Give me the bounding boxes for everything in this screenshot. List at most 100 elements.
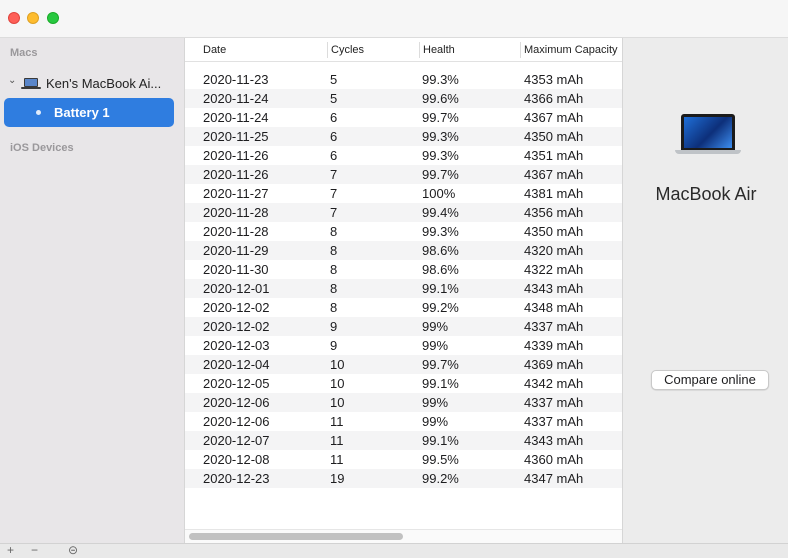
column-header-cycles[interactable]: Cycles [331,44,364,56]
table-row[interactable]: 2020-12-02 8 99.2% 4348 mAh [185,298,622,317]
cell-date: 2020-11-27 [203,186,269,201]
cell-max-capacity: 4337 mAh [524,395,584,410]
table-row[interactable]: 2020-12-07 11 99.1% 4343 mAh [185,431,622,450]
cell-health: 99.7% [422,110,459,125]
cell-health: 99% [422,319,449,334]
table-row[interactable]: 2020-12-08 11 99.5% 4360 mAh [185,450,622,469]
column-header-date[interactable]: Date [203,44,226,56]
cell-date: 2020-11-24 [203,110,269,125]
battery-history-table: Date Cycles Health Maximum Capacity 2020… [185,38,622,543]
cell-date: 2020-11-28 [203,205,269,220]
table-row[interactable]: 2020-11-26 7 99.7% 4367 mAh [185,165,622,184]
cell-max-capacity: 4322 mAh [524,262,584,277]
cell-health: 99.1% [422,281,459,296]
cell-date: 2020-11-26 [203,148,269,163]
cell-date: 2020-12-08 [203,452,270,467]
compare-online-button[interactable]: Compare online [651,370,769,390]
sidebar-item-battery[interactable]: Battery 1 [4,98,174,127]
cell-max-capacity: 4353 mAh [524,72,584,87]
cell-date: 2020-11-24 [203,91,269,106]
cell-date: 2020-12-03 [203,338,270,353]
cell-health: 98.6% [422,243,459,258]
cell-health: 99.7% [422,167,459,182]
zoom-window-button[interactable] [47,12,59,24]
close-window-button[interactable] [8,12,20,24]
cell-health: 99.7% [422,357,459,372]
sidebar-item-mac[interactable]: ⌄ Ken's MacBook Ai... [0,73,185,95]
cell-date: 2020-12-04 [203,357,270,372]
cell-cycles: 9 [330,338,338,353]
table-row[interactable]: 2020-12-01 8 99.1% 4343 mAh [185,279,622,298]
cell-max-capacity: 4320 mAh [524,243,584,258]
cell-cycles: 10 [330,395,345,410]
cell-cycles: 11 [330,433,344,448]
remove-icon[interactable]: − [31,544,38,557]
cell-cycles: 5 [330,91,338,106]
minimize-window-button[interactable] [27,12,39,24]
sidebar-section-ios: iOS Devices [10,142,74,154]
cell-cycles: 8 [330,243,338,258]
cell-date: 2020-11-25 [203,129,269,144]
cell-max-capacity: 4360 mAh [524,452,584,467]
cell-health: 99.1% [422,376,459,391]
cell-max-capacity: 4356 mAh [524,205,584,220]
cell-date: 2020-12-05 [203,376,270,391]
table-row[interactable]: 2020-11-29 8 98.6% 4320 mAh [185,241,622,260]
cell-health: 99.2% [422,300,459,315]
cell-cycles: 11 [330,452,344,467]
table-row[interactable]: 2020-11-24 6 99.7% 4367 mAh [185,108,622,127]
table-row[interactable]: 2020-11-25 6 99.3% 4350 mAh [185,127,622,146]
table-row[interactable]: 2020-12-06 11 99% 4337 mAh [185,412,622,431]
column-divider[interactable] [419,42,420,58]
macbook-air-icon [675,114,741,156]
column-divider[interactable] [327,42,328,58]
cell-max-capacity: 4350 mAh [524,129,584,144]
cell-date: 2020-12-06 [203,395,270,410]
cell-max-capacity: 4366 mAh [524,91,584,106]
table-row[interactable]: 2020-12-03 9 99% 4339 mAh [185,336,622,355]
column-header-health[interactable]: Health [423,44,455,56]
cell-max-capacity: 4351 mAh [524,148,584,163]
cell-health: 99% [422,338,449,353]
cell-cycles: 10 [330,376,345,391]
cell-date: 2020-11-29 [203,243,269,258]
cell-max-capacity: 4337 mAh [524,319,584,334]
cell-max-capacity: 4381 mAh [524,186,584,201]
cell-cycles: 19 [330,471,345,486]
cell-max-capacity: 4369 mAh [524,357,584,372]
table-row[interactable]: 2020-11-30 8 98.6% 4322 mAh [185,260,622,279]
table-row[interactable]: 2020-11-28 8 99.3% 4350 mAh [185,222,622,241]
cell-max-capacity: 4337 mAh [524,414,584,429]
title-bar [0,0,788,38]
cell-date: 2020-12-02 [203,319,270,334]
table-row[interactable]: 2020-12-02 9 99% 4337 mAh [185,317,622,336]
add-icon[interactable]: + [7,544,14,557]
horizontal-scrollbar[interactable] [185,529,622,543]
table-row[interactable]: 2020-11-28 7 99.4% 4356 mAh [185,203,622,222]
cell-date: 2020-12-07 [203,433,270,448]
column-header-maximum-capacity[interactable]: Maximum Capacity [524,44,618,56]
cell-date: 2020-12-01 [203,281,270,296]
cell-date: 2020-11-23 [203,72,269,87]
column-divider[interactable] [520,42,521,58]
table-row[interactable]: 2020-12-04 10 99.7% 4369 mAh [185,355,622,374]
table-row[interactable]: 2020-12-05 10 99.1% 4342 mAh [185,374,622,393]
options-icon[interactable]: ⊝ [68,544,78,557]
detail-panel: MacBook Air Compare online [622,38,788,543]
table-row[interactable]: 2020-11-23 5 99.3% 4353 mAh [185,70,622,89]
cell-date: 2020-11-26 [203,167,269,182]
table-row[interactable]: 2020-12-06 10 99% 4337 mAh [185,393,622,412]
table-row[interactable]: 2020-12-23 19 99.2% 4347 mAh [185,469,622,488]
laptop-icon [21,78,41,89]
table-row[interactable]: 2020-11-26 6 99.3% 4351 mAh [185,146,622,165]
cell-max-capacity: 4367 mAh [524,110,584,125]
cell-cycles: 9 [330,319,338,334]
sidebar-item-battery-label: Battery 1 [54,105,110,120]
scrollbar-thumb[interactable] [189,533,403,540]
table-row[interactable]: 2020-11-24 5 99.6% 4366 mAh [185,89,622,108]
cell-cycles: 5 [330,72,338,87]
table-row[interactable]: 2020-11-27 7 100% 4381 mAh [185,184,622,203]
chevron-down-icon[interactable]: ⌄ [8,75,16,86]
cell-max-capacity: 4347 mAh [524,471,584,486]
cell-date: 2020-12-02 [203,300,270,315]
